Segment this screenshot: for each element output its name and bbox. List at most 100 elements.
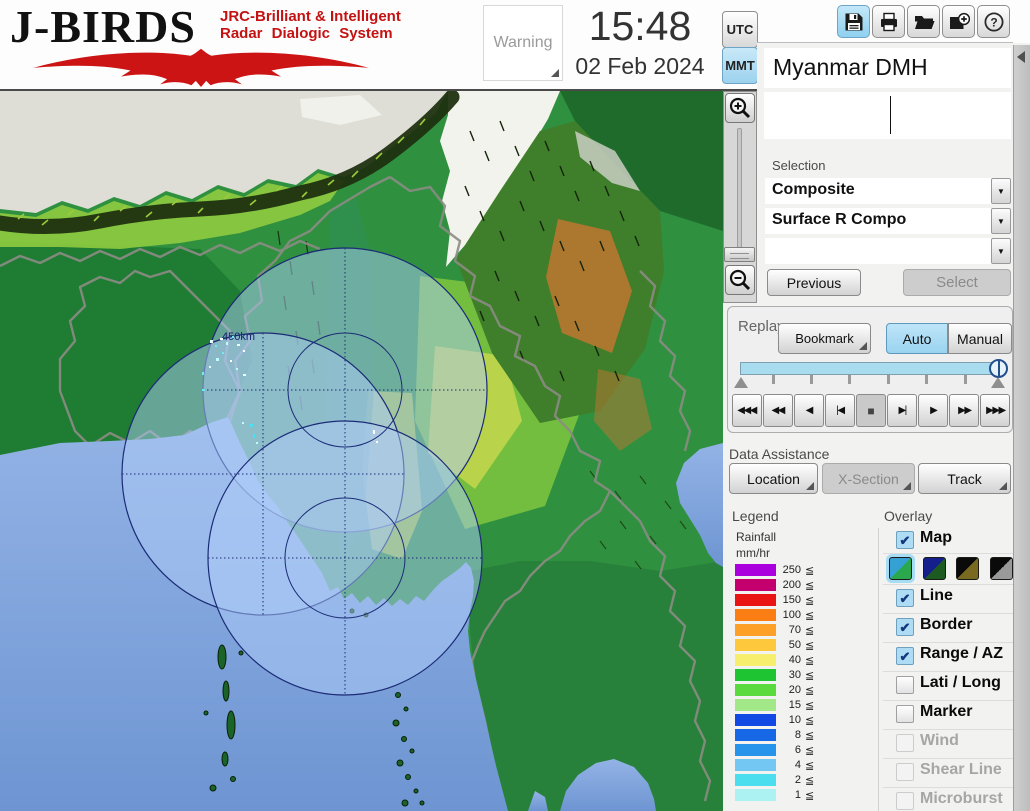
checkbox[interactable] [896, 676, 914, 694]
timeline-tick [772, 375, 775, 384]
timezone-utc-button[interactable]: UTC [722, 11, 758, 48]
overlay-item-shear-line[interactable]: Shear Line [883, 759, 1013, 788]
print-button[interactable] [872, 5, 905, 38]
overlay-item-lati-long[interactable]: Lati / Long [883, 672, 1013, 701]
checkbox[interactable]: ✔ [896, 647, 914, 665]
manual-replay-button[interactable]: Manual [948, 323, 1012, 354]
playback-fast-forward-button[interactable]: ▶▶ [949, 394, 980, 427]
legend-value: 15 [788, 699, 801, 711]
product-name-dropdown[interactable]: Surface R Compo ▼ [765, 208, 1011, 234]
radar-map-display[interactable]: 450km [0, 89, 723, 811]
overlay-item-label: Wind [920, 732, 959, 749]
playback-stop-button[interactable]: ■ [855, 394, 887, 427]
legend-value: 150 [782, 594, 801, 606]
zoom-out-button[interactable] [725, 265, 755, 295]
legend-unit-line2: mm/hr [736, 546, 770, 560]
toolbar: ? [837, 5, 1010, 38]
station-text-input[interactable] [764, 92, 1011, 139]
timeline-start-marker[interactable] [734, 377, 748, 388]
overlay-item-marker[interactable]: Marker [883, 701, 1013, 730]
clock-date: 02 Feb 2024 [575, 53, 705, 79]
map-style-black-olive[interactable] [956, 557, 979, 580]
zoom-slider-thumb[interactable] [724, 247, 755, 262]
overlay-item-label: Lati / Long [920, 674, 1001, 691]
checkbox[interactable]: ✔ [896, 618, 914, 636]
map-style-navy-green[interactable] [923, 557, 946, 580]
save-icon [845, 13, 862, 30]
legend-value: 6 [794, 744, 801, 756]
range-ring-label: 450km [222, 331, 255, 343]
replay-timeline-thumb[interactable] [989, 359, 1008, 378]
map-style-black-grey[interactable] [990, 557, 1013, 580]
logo-tagline-1: JRC-Brilliant & Intelligent [220, 8, 401, 25]
legend-row: 70 ≦ [735, 623, 855, 638]
overlay-item-wind[interactable]: Wind [883, 730, 1013, 759]
dropdown-value: Composite [772, 181, 855, 198]
overlay-item-line[interactable]: ✔ Line [883, 585, 1013, 614]
checkbox[interactable] [896, 705, 914, 723]
legend-operator: ≦ [805, 790, 815, 802]
eagle-logo-icon [33, 48, 369, 87]
checkbox[interactable] [896, 763, 914, 781]
overlay-item-microburst[interactable]: Microburst [883, 788, 1013, 811]
print-icon [880, 12, 897, 31]
chevron-down-icon[interactable]: ▼ [991, 208, 1011, 234]
save-button[interactable] [837, 5, 870, 38]
replay-timeline-track[interactable] [740, 362, 1000, 375]
help-button[interactable]: ? [977, 5, 1010, 38]
panel-collapse-strip[interactable] [1013, 45, 1030, 811]
timeline-end-marker[interactable] [991, 377, 1005, 388]
legend-row: 150 ≦ [735, 593, 855, 608]
legend-value: 40 [788, 654, 801, 666]
overlay-item-border[interactable]: ✔ Border [883, 614, 1013, 643]
warning-button[interactable]: Warning [483, 5, 563, 81]
x-section-button[interactable]: X-Section [822, 463, 915, 494]
checkbox[interactable] [896, 734, 914, 752]
product-option-dropdown[interactable]: ▼ [765, 238, 1011, 264]
chevron-down-icon[interactable]: ▼ [991, 178, 1011, 204]
legend-label: Legend [732, 508, 779, 524]
map-style-terrain[interactable] [889, 557, 912, 580]
playback-play-button[interactable]: ▶ [918, 394, 949, 427]
playback-controls: ◀◀◀ ◀◀ ◀ |◀ ■ ▶| ▶ ▶▶ ▶▶▶ [731, 394, 1011, 427]
previous-button[interactable]: Previous [767, 269, 861, 296]
replay-panel: Replay Bookmark Auto Manual ◀◀◀ ◀◀ ◀ |◀ ■ ▶| ▶… [727, 306, 1013, 433]
checkbox[interactable]: ✔ [896, 531, 914, 549]
add-image-button[interactable] [942, 5, 975, 38]
bookmark-button[interactable]: Bookmark [778, 323, 871, 354]
legend-value: 20 [788, 684, 801, 696]
select-button[interactable]: Select [903, 269, 1011, 296]
overlay-label: Overlay [884, 508, 933, 524]
selection-label: Selection [772, 158, 826, 173]
timeline-tick [848, 375, 851, 384]
zoom-in-button[interactable] [725, 93, 755, 123]
playback-step-back-button[interactable]: |◀ [824, 394, 855, 427]
checkbox[interactable] [896, 792, 914, 810]
overlay-item-label: Map [920, 529, 952, 546]
legend-operator: ≦ [805, 580, 815, 592]
track-button[interactable]: Track [918, 463, 1011, 494]
timezone-mmt-button[interactable]: MMT [722, 47, 758, 84]
checkbox[interactable]: ✔ [896, 589, 914, 607]
legend-row: 1 ≦ [735, 788, 855, 803]
product-type-dropdown[interactable]: Composite ▼ [765, 178, 1011, 204]
playback-step-forward-button[interactable]: ▶| [887, 394, 918, 427]
playback-jump-end-button[interactable]: ▶▶▶ [980, 394, 1011, 427]
overlay-item-range-az[interactable]: ✔ Range / AZ [883, 643, 1013, 672]
legend-operator: ≦ [805, 745, 815, 757]
chevron-down-icon[interactable]: ▼ [991, 238, 1011, 264]
playback-play-reverse-button[interactable]: ◀ [793, 394, 824, 427]
legend-overlay-separator [878, 528, 879, 811]
rainfall-legend: 250 ≦ 200 ≦ 150 ≦ 100 ≦ 70 ≦ 50 ≦ 40 ≦ 30 ≦ 20 ≦ 15 ≦ 10 ≦ 8 ≦ 6… [735, 563, 855, 803]
overlay-item-map[interactable]: ✔ Map [883, 527, 1013, 554]
zoom-slider-track[interactable] [737, 128, 742, 248]
playback-fast-rewind-button[interactable]: ◀◀ [762, 394, 793, 427]
collapse-arrow-icon [1017, 51, 1025, 63]
legend-value: 250 [782, 564, 801, 576]
open-folder-button[interactable] [907, 5, 940, 38]
playback-jump-start-button[interactable]: ◀◀◀ [731, 394, 762, 427]
location-button[interactable]: Location [729, 463, 818, 494]
auto-replay-button[interactable]: Auto [886, 323, 948, 354]
timeline-tick [810, 375, 813, 384]
legend-value: 50 [788, 639, 801, 651]
